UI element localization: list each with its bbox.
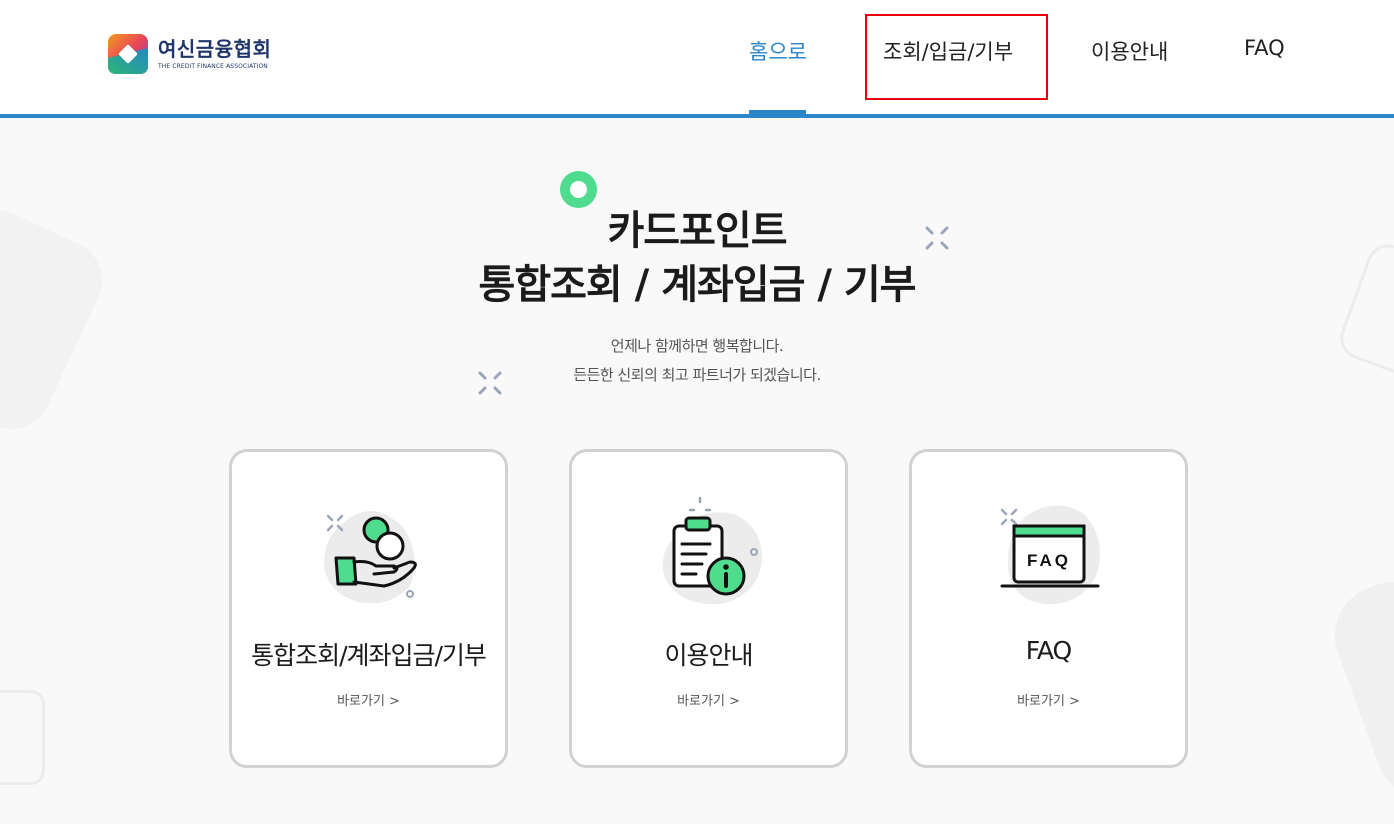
card-title: 통합조회/계좌입금/기부 (251, 641, 487, 670)
nav-home[interactable]: 홈으로 (749, 36, 807, 66)
coin-hand-icon (324, 511, 417, 604)
card-title: 이용안내 (664, 641, 753, 670)
nav-highlight-box (865, 14, 1048, 100)
main-nav: 홈으로 조회/입금/기부 이용안내 FAQ (0, 0, 1394, 114)
ring-decoration (560, 171, 597, 208)
hero-description: 언제나 함께하면 행복합니다. 든든한 신뢰의 최고 파트너가 되겠습니다. (0, 332, 1394, 390)
card-guide[interactable]: 이용안내 바로가기 > (569, 449, 848, 768)
hero-desc-line2: 든든한 신뢰의 최고 파트너가 되겠습니다. (573, 366, 821, 384)
background-shape (0, 690, 45, 785)
svg-text:FAQ: FAQ (1027, 551, 1071, 570)
nav-faq[interactable]: FAQ (1244, 36, 1285, 60)
card-faq[interactable]: FAQ FAQ 바로가기 > (909, 449, 1188, 768)
nav-guide[interactable]: 이용안내 (1091, 36, 1168, 66)
site-header: 여신금융협회 THE CREDIT FINANCE ASSOCIATION 홈으… (0, 0, 1394, 118)
card-shortcut-link[interactable]: 바로가기 > (232, 690, 505, 709)
nav-active-indicator (749, 110, 806, 114)
hero-desc-line1: 언제나 함께하면 행복합니다. (610, 337, 784, 355)
hero-title: 카드포인트 통합조회 / 계좌입금 / 기부 (0, 204, 1394, 312)
card-shortcut-link[interactable]: 바로가기 > (912, 690, 1185, 709)
card-title: FAQ (1025, 636, 1072, 665)
clipboard-info-icon (662, 496, 762, 605)
hero-title-line1: 카드포인트 (607, 208, 788, 254)
card-shortcut-link[interactable]: 바로가기 > (572, 690, 845, 709)
hero-title-line2: 통합조회 / 계좌입금 / 기부 (478, 262, 917, 308)
card-inquiry-deposit-donate[interactable]: 통합조회/계좌입금/기부 바로가기 > (229, 449, 508, 768)
faq-screen-icon: FAQ (1000, 505, 1100, 605)
background-shape (1320, 567, 1394, 813)
